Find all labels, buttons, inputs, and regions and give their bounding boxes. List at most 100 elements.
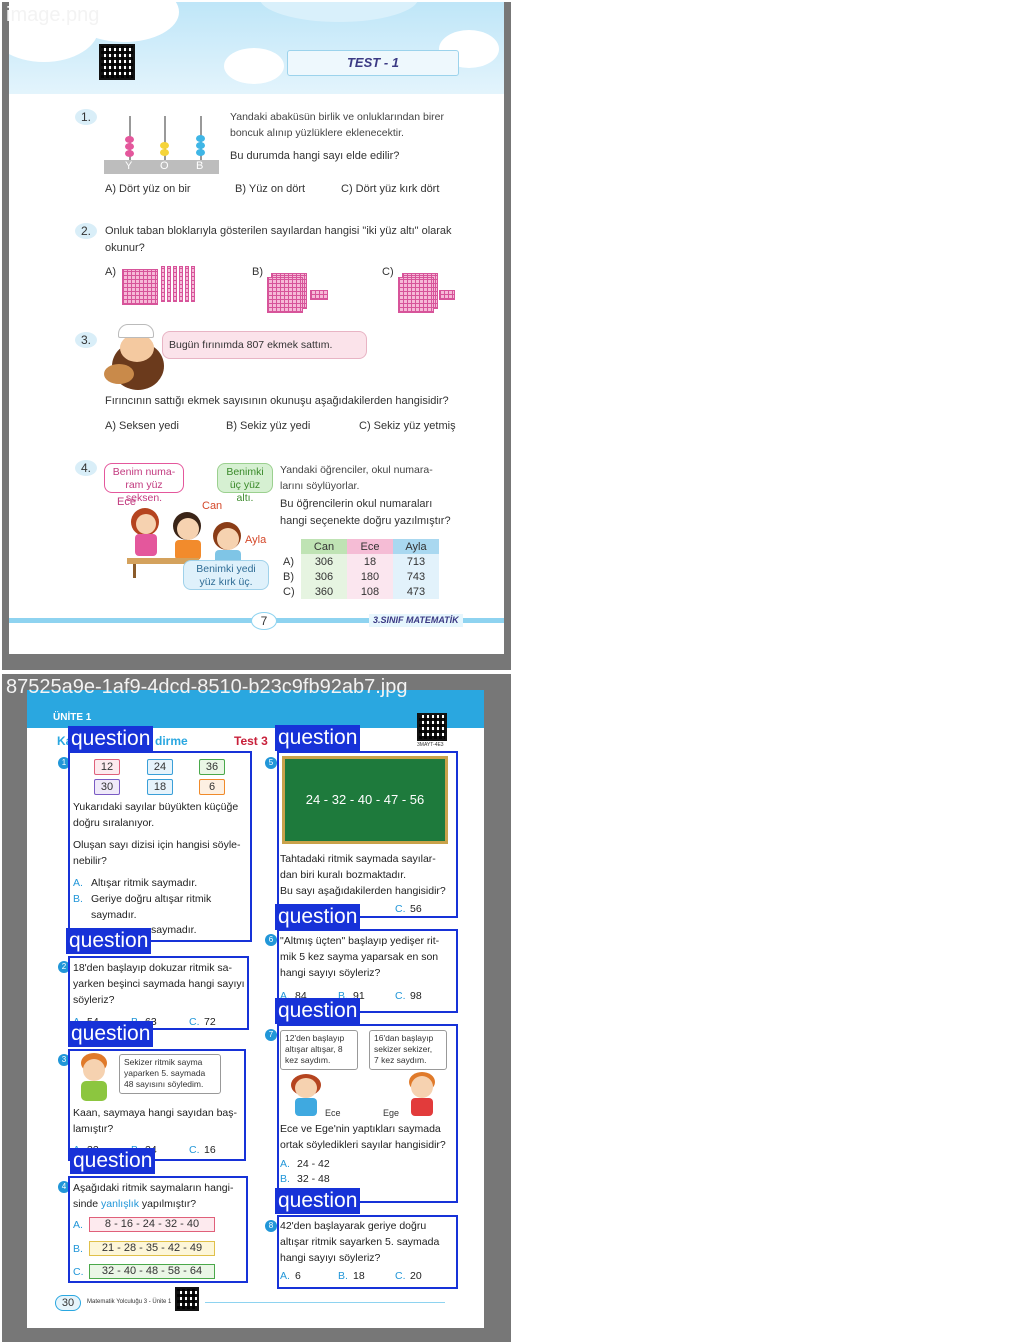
filename-label: image.png (6, 4, 100, 26)
table-cell: 713 (393, 554, 439, 569)
question-text: Yandaki öğrenciler, okul numara- (280, 464, 433, 476)
ege-illustration (405, 1072, 439, 1116)
page-number: 30 (55, 1295, 81, 1311)
table-row: C) 360 108 473 (283, 584, 439, 599)
option-b: 18 (353, 1270, 365, 1282)
option-c: 16 (204, 1144, 216, 1156)
speech-bubble: Bugün fırınımda 807 ekmek sattım. (162, 331, 367, 359)
qr-code-icon (417, 713, 447, 741)
speech-bubble: Benimki yedi yüz kırk üç. (183, 560, 269, 590)
question-label: question (275, 725, 361, 751)
option-a: A) (105, 266, 116, 278)
name-label: Ege (383, 1108, 400, 1118)
table-row: B) 306 180 743 (283, 569, 439, 584)
option-b: B) Yüz on dört (235, 183, 306, 195)
table-header: Ece (347, 539, 393, 554)
option-a: 24 - 42 (297, 1158, 330, 1170)
abacus-label: O (160, 160, 169, 172)
question-prompt: nebilir? (73, 855, 107, 867)
question-label: question (68, 1021, 154, 1047)
number-chip: 6 (199, 779, 225, 795)
question-label: question (275, 904, 361, 930)
question-label: question (66, 928, 152, 954)
question-number: 6 (265, 934, 277, 946)
table-header: Ayla (393, 539, 439, 554)
option-c: 56 (410, 903, 422, 915)
speech-bubble: Benim numa- ram yüz seksen. (104, 463, 184, 504)
question-prompt: Bu öğrencilerin okul numaraları (280, 498, 433, 510)
table-cell: 180 (347, 569, 393, 584)
option-c: 72 (204, 1016, 216, 1028)
table-cell: 306 (301, 569, 347, 584)
question-text: söyleriz? (73, 994, 115, 1006)
option-a: Altışar ritmik saymadır. (91, 877, 198, 889)
table-cell: 743 (393, 569, 439, 584)
qr-code-icon (99, 44, 135, 80)
qr-code-icon (175, 1287, 199, 1311)
question-text: Onluk taban bloklarıyla gösterilen sayıl… (105, 225, 452, 237)
question-number: 4. (75, 460, 97, 476)
question-text: mik 5 kez sayma yaparsak en son (280, 951, 439, 963)
number-chip: 30 (94, 779, 120, 795)
abacus-label: B (196, 160, 204, 172)
question-label: question (275, 1188, 361, 1214)
question-text: yarken beşinci saymada hangi sayıyı (73, 978, 245, 990)
speech-bubble: Sekizer ritmik sayma yaparken 5. saymada… (119, 1054, 221, 1094)
question-text: larını söylüyorlar. (280, 480, 360, 492)
option-b: 21 - 28 - 35 - 42 - 49 (89, 1241, 215, 1256)
question-text: Tahtadaki ritmik saymada sayılar- (280, 853, 436, 865)
chalkboard: 24 - 32 - 40 - 47 - 56 (282, 756, 448, 844)
section-title: dirme (155, 734, 188, 748)
question-prompt: Bu sayı aşağıdakilerden hangisidir? (280, 885, 446, 897)
test-label: Test 3 (234, 734, 268, 748)
footer-title: 3.SINIF MATEMATİK (369, 614, 463, 627)
worksheet-page-1: TEST - 1 1. Y O B Yandaki abaküsün birli… (9, 2, 504, 654)
table-cell: 108 (347, 584, 393, 599)
option-a: 8 - 16 - 24 - 32 - 40 (89, 1217, 215, 1232)
question-prompt: Fırıncının sattığı ekmek sayısının okunu… (105, 395, 449, 407)
option-c: C) Dört yüz kırk dört (341, 183, 440, 195)
hundreds-block-image (122, 269, 158, 305)
page-number: 7 (251, 612, 277, 630)
question-text: Yandaki abaküsün birlik ve onluklarından… (230, 111, 445, 123)
table-cell: 18 (347, 554, 393, 569)
number-chip: 24 (147, 759, 173, 775)
question-prompt: hangi seçenekte doğru yazılmıştır? (280, 515, 451, 527)
option-c: 32 - 40 - 48 - 58 - 64 (89, 1264, 215, 1279)
answer-table: Can Ece Ayla A) 306 18 713 B) 306 180 74… (283, 539, 439, 599)
question-prompt: ortak söyledikleri sayılar hangisidir? (280, 1139, 446, 1151)
question-text: doğru sıralanıyor. (73, 817, 155, 829)
qr-code-text: 3MAYT-4E3 (417, 742, 444, 748)
image-panel-2: 87525a9e-1af9-4dcd-8510-b23c9fb92ab7.jpg… (2, 674, 511, 1342)
question-number: 1. (75, 109, 97, 125)
question-text: hangi sayıyı söyleriz? (280, 967, 381, 979)
speech-bubble: 12'den başlayıp altışar altışar, 8 kez s… (280, 1030, 358, 1070)
footer-line (205, 1302, 445, 1303)
table-cell: 306 (301, 554, 347, 569)
question-text: Kaan, saymaya hangi sayıdan baş- (73, 1107, 238, 1119)
kaan-illustration (75, 1053, 113, 1103)
test-title: TEST - 1 (287, 50, 459, 76)
option-c: saymadır. (151, 924, 197, 936)
table-header: Can (301, 539, 347, 554)
question-text: 18'den başlayıp dokuzar ritmik sa- (73, 962, 232, 974)
unit-title: ÜNİTE 1 (53, 712, 92, 723)
question-text: Aşağıdaki ritmik saymaların hangi- (73, 1182, 234, 1194)
image-panel-1: image.png TEST - 1 1. Y O B Yandaki abak… (2, 2, 511, 670)
question-text: Yukarıdaki sayılar büyükten küçüğe (73, 801, 239, 813)
option-b: B) (252, 266, 263, 278)
abacus-image: Y O B (104, 112, 219, 176)
baker-illustration (104, 324, 168, 390)
option-b: B) Sekiz yüz yedi (226, 420, 311, 432)
question-number: 5 (265, 757, 277, 769)
question-label: question (70, 1148, 156, 1174)
question-label: question (68, 726, 154, 752)
table-cell: 473 (393, 584, 439, 599)
name-label: Ece (325, 1108, 341, 1118)
option-b: saymadır. (91, 909, 137, 921)
option-a: A) Dört yüz on bir (105, 183, 191, 195)
option-c: 20 (410, 1270, 422, 1282)
row-label: C) (283, 585, 295, 598)
question-text: hangi sayıyı söyleriz? (280, 1252, 381, 1264)
question-text: okunur? (105, 242, 145, 254)
